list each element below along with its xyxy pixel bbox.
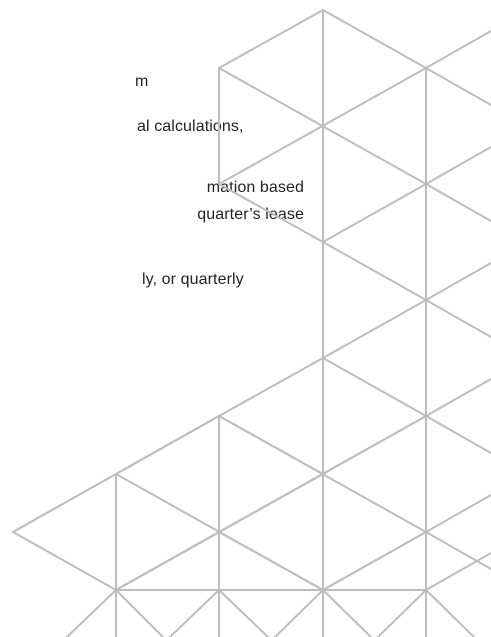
decorative-line-network (12, 9, 491, 637)
text-fragment-quarterly: ly, or quarterly (142, 271, 244, 288)
text-fragment-quarter-lease: quarter’s lease (197, 206, 304, 223)
text-fragment-information-based: mation based (206, 179, 304, 196)
text-fragment-m: m (135, 73, 149, 90)
text-fragment-calculations: al calculations, (137, 118, 244, 135)
triangular-line-pattern-icon (12, 9, 491, 637)
